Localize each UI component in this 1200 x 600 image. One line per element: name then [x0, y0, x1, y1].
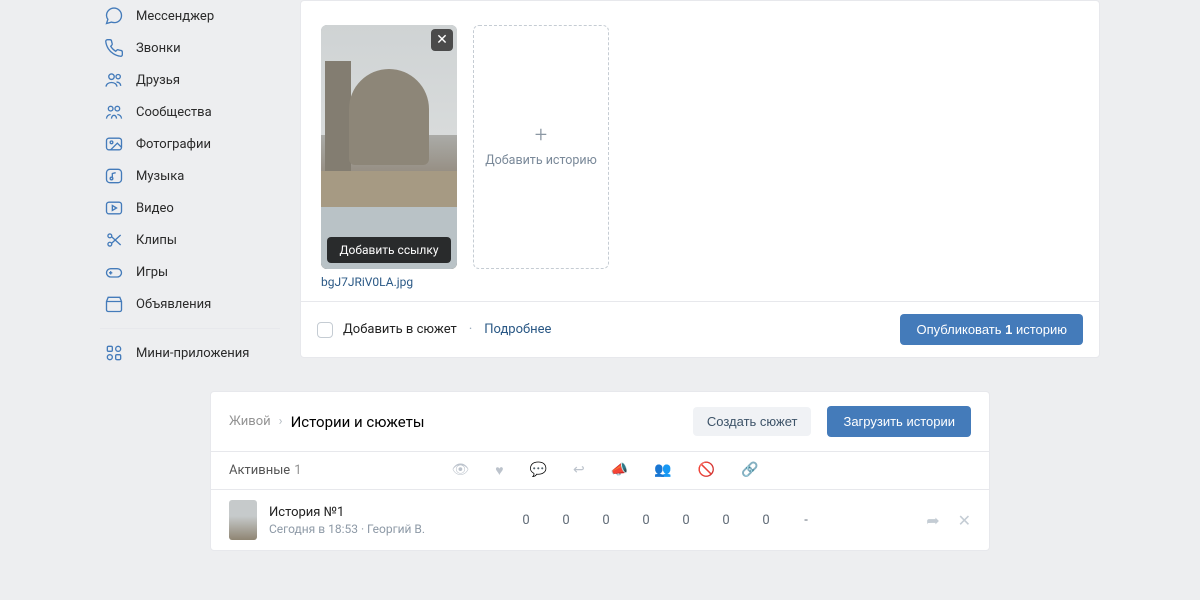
- video-icon: [104, 198, 124, 218]
- sidebar-item-label: Фотографии: [136, 137, 211, 152]
- story-composer: ✕ Добавить ссылку bgJ7JRiV0LA.jpg + Доба…: [300, 0, 1100, 358]
- likes-icon: ♥: [495, 462, 503, 479]
- hides-icon: 🚫: [698, 462, 715, 479]
- sidebar-item-miniapps[interactable]: Мини-приложения: [100, 337, 280, 369]
- share-story-button[interactable]: ➦: [926, 511, 939, 530]
- plus-icon: +: [535, 125, 547, 147]
- link-clicks-icon: 🔗: [741, 462, 758, 479]
- sidebar-item-label: Звонки: [136, 41, 181, 56]
- story-thumbnail[interactable]: ✕ Добавить ссылку: [321, 25, 457, 269]
- publish-suffix: историю: [1012, 322, 1067, 337]
- stat-links: -: [799, 513, 813, 528]
- add-story-button[interactable]: + Добавить историю: [473, 25, 609, 269]
- clips-icon: [104, 230, 124, 250]
- comments-icon: 💬: [530, 462, 547, 479]
- story-card: ✕ Добавить ссылку bgJ7JRiV0LA.jpg: [321, 25, 457, 289]
- more-link[interactable]: Подробнее: [484, 322, 551, 337]
- create-plot-button[interactable]: Создать сюжет: [693, 407, 812, 436]
- sidebar-item-messenger[interactable]: Мессенджер: [100, 0, 280, 32]
- add-link-button[interactable]: Добавить ссылку: [327, 237, 451, 263]
- sidebar-item-label: Друзья: [136, 73, 180, 88]
- sidebar-item-calls[interactable]: Звонки: [100, 32, 280, 64]
- sidebar-item-music[interactable]: Музыка: [100, 160, 280, 192]
- communities-icon: [104, 102, 124, 122]
- add-to-plot-label: Добавить в сюжет: [343, 322, 457, 337]
- remove-story-button[interactable]: ✕: [431, 29, 453, 51]
- sidebar-item-photos[interactable]: Фотографии: [100, 128, 280, 160]
- sidebar-item-friends[interactable]: Друзья: [100, 64, 280, 96]
- sidebar-item-label: Объявления: [136, 297, 211, 312]
- publish-button[interactable]: Опубликовать 1 историю: [900, 314, 1083, 345]
- photos-icon: [104, 134, 124, 154]
- sidebar: Мессенджер Звонки Друзья Сообщества Фото…: [100, 0, 280, 369]
- sidebar-item-communities[interactable]: Сообщества: [100, 96, 280, 128]
- sidebar-item-video[interactable]: Видео: [100, 192, 280, 224]
- stat-comments: 0: [599, 513, 613, 528]
- story-filename[interactable]: bgJ7JRiV0LA.jpg: [321, 275, 457, 289]
- sidebar-item-label: Мини-приложения: [136, 346, 249, 361]
- sidebar-item-market[interactable]: Объявления: [100, 288, 280, 320]
- stat-icons: 👁 ♥ 💬 ↩ 📣 👥 🚫 🔗: [302, 462, 972, 479]
- games-icon: [104, 262, 124, 282]
- active-label: Активные: [229, 463, 290, 478]
- active-count: 1: [294, 463, 301, 478]
- breadcrumb-root[interactable]: Живой: [229, 414, 271, 429]
- stat-likes: 0: [559, 513, 573, 528]
- story-row-thumbnail: [229, 500, 257, 540]
- sidebar-item-label: Мессенджер: [136, 9, 214, 24]
- sidebar-item-label: Музыка: [136, 169, 184, 184]
- sidebar-item-label: Клипы: [136, 233, 177, 248]
- stat-subscribers: 0: [719, 513, 733, 528]
- story-row-meta: Сегодня в 18:53 · Георгий В.: [269, 522, 469, 536]
- breadcrumb-current: Истории и сюжеты: [291, 413, 425, 431]
- composer-footer: Добавить в сюжет · Подробнее Опубликоват…: [301, 301, 1099, 357]
- sidebar-item-games[interactable]: Игры: [100, 256, 280, 288]
- friends-icon: [104, 70, 124, 90]
- story-row[interactable]: История №1 Сегодня в 18:53 · Георгий В. …: [211, 490, 989, 550]
- stat-views: 0: [519, 513, 533, 528]
- story-row-stats: 0 0 0 0 0 0 0 -: [481, 513, 914, 528]
- upload-stories-button[interactable]: Загрузить истории: [827, 406, 971, 437]
- close-icon: ✕: [436, 32, 448, 48]
- calls-icon: [104, 38, 124, 58]
- sidebar-item-label: Сообщества: [136, 105, 212, 120]
- views-icon: 👁: [452, 462, 470, 479]
- market-icon: [104, 294, 124, 314]
- story-row-title: История №1: [269, 505, 469, 520]
- replies-icon: ↩: [573, 462, 585, 479]
- stories-panel-header: Живой › Истории и сюжеты Создать сюжет З…: [211, 392, 989, 452]
- sidebar-item-label: Видео: [136, 201, 174, 216]
- separator-dot: ·: [469, 322, 472, 337]
- miniapps-icon: [104, 343, 124, 363]
- add-link-label: Добавить ссылку: [339, 243, 438, 257]
- stat-replies: 0: [639, 513, 653, 528]
- sidebar-item-clips[interactable]: Клипы: [100, 224, 280, 256]
- add-story-label: Добавить историю: [485, 153, 597, 169]
- publish-prefix: Опубликовать: [916, 322, 1005, 337]
- chevron-right-icon: ›: [279, 414, 283, 429]
- add-to-plot-checkbox[interactable]: [317, 322, 333, 338]
- music-icon: [104, 166, 124, 186]
- stat-shares: 0: [679, 513, 693, 528]
- stories-subheader: Активные 1 👁 ♥ 💬 ↩ 📣 👥 🚫 🔗: [211, 452, 989, 490]
- sidebar-item-label: Игры: [136, 265, 168, 280]
- stat-hides: 0: [759, 513, 773, 528]
- delete-story-button[interactable]: ✕: [958, 511, 971, 530]
- shares-icon: 📣: [611, 462, 628, 479]
- stories-panel: Живой › Истории и сюжеты Создать сюжет З…: [210, 391, 990, 551]
- sidebar-divider: [100, 328, 280, 329]
- subscribers-icon: 👥: [654, 462, 671, 479]
- messenger-icon: [104, 6, 124, 26]
